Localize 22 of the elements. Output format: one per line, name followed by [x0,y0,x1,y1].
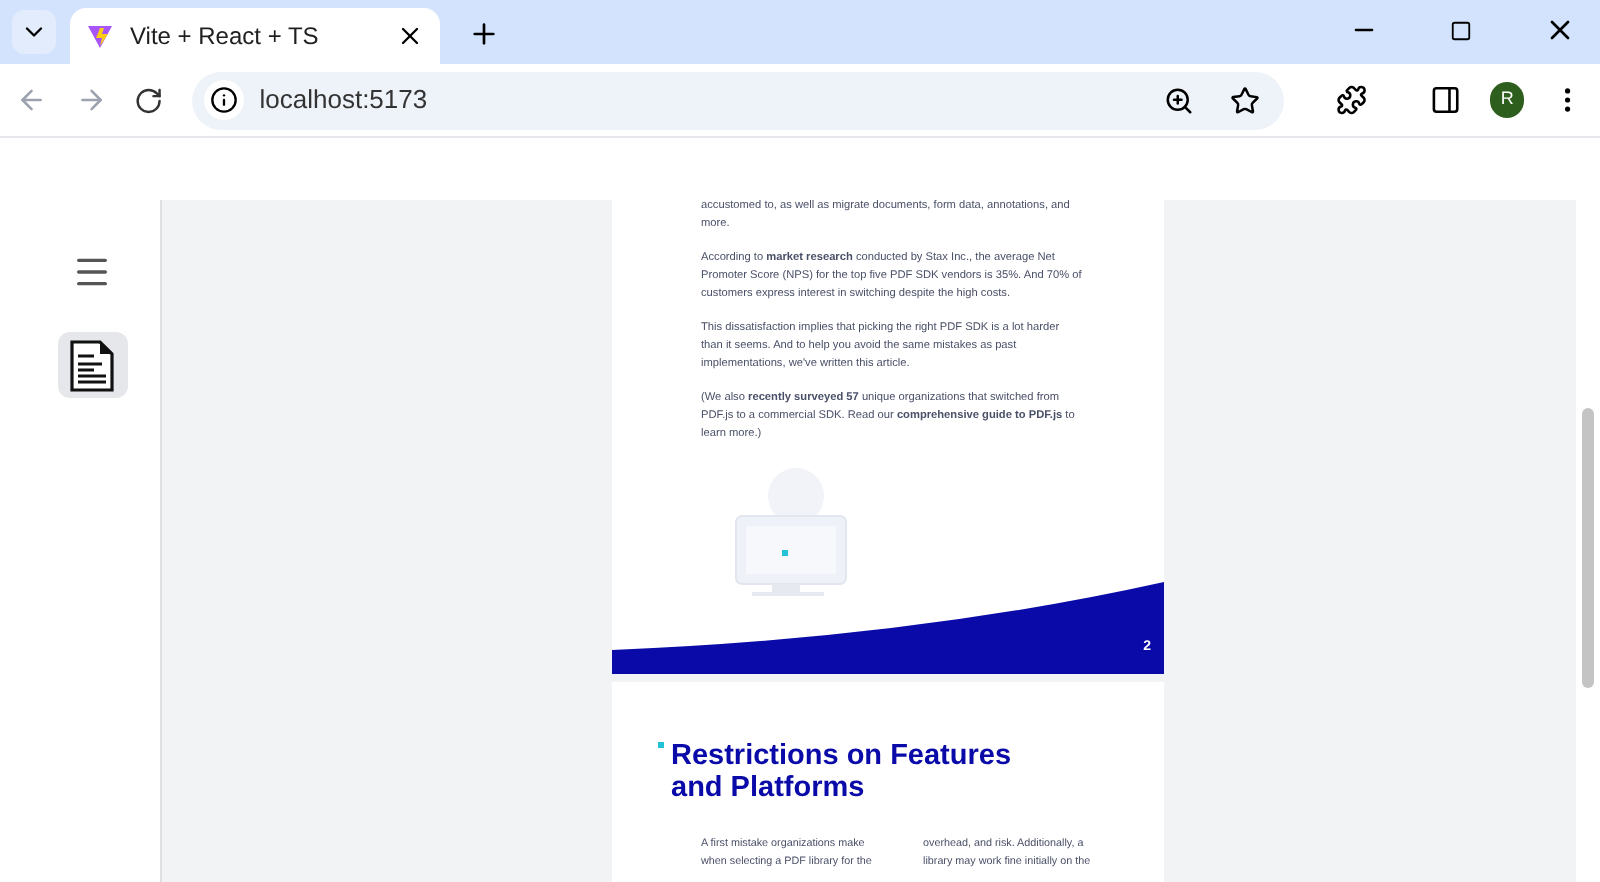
address-bar[interactable]: localhost:5173 [191,71,1284,129]
close-icon[interactable] [396,22,424,50]
side-panel-icon[interactable] [1430,84,1462,116]
scrollbar-thumb[interactable] [1582,408,1594,688]
tab-title: Vite + React + TS [130,20,321,54]
browser-tab[interactable]: Vite + React + TS [70,8,440,64]
bullet-icon [657,742,663,748]
thumbnail-button[interactable] [57,332,127,398]
document-icon [70,339,114,391]
profile-avatar[interactable]: R [1489,82,1525,118]
tab-search-button[interactable] [12,10,56,54]
info-glyph [209,86,238,114]
section-title: Restrictions on Features and Platforms [671,740,1012,804]
vite-logo-icon [86,22,114,50]
new-tab-icon[interactable] [468,18,500,50]
url-text: localhost:5173 [259,82,430,119]
bookmark-icon[interactable] [1229,85,1260,115]
maximize-icon[interactable] [1450,20,1472,42]
extensions-icon[interactable] [1335,84,1367,116]
reload-icon[interactable] [134,85,164,115]
zoom-icon[interactable] [1163,85,1194,115]
site-info-icon[interactable] [203,80,244,120]
